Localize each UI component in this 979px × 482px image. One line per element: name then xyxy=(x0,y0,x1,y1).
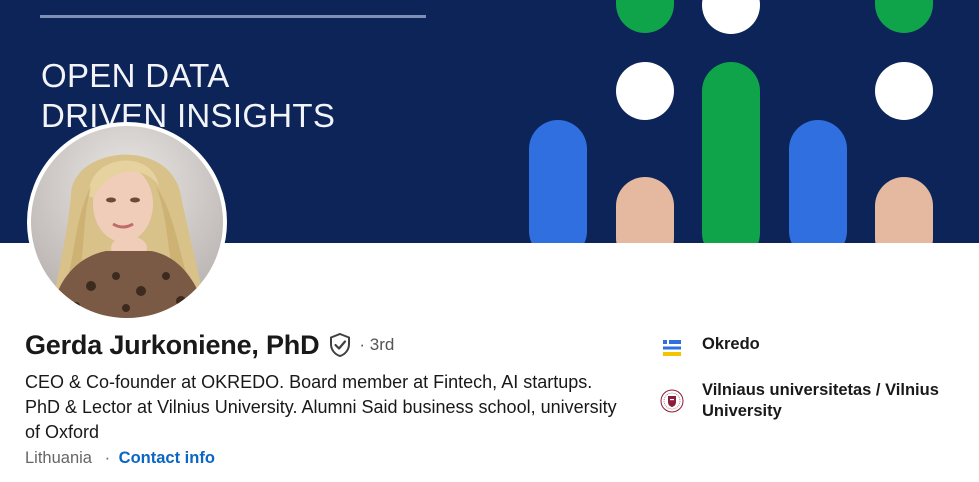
profile-headline: CEO & Co-founder at OKREDO. Board member… xyxy=(25,372,617,442)
banner-blue-pill-left xyxy=(529,120,587,243)
education-name: Vilniaus universitetas / Vilnius Univers… xyxy=(702,381,939,420)
profile-name-row: Gerda Jurkoniene, PhD · 3rd xyxy=(25,327,394,363)
banner-peach-pill-right xyxy=(875,177,933,243)
connection-degree: · 3rd xyxy=(359,335,395,354)
profile-location: Lithuania xyxy=(25,449,92,467)
vilnius-university-seal-icon xyxy=(660,380,684,422)
okredo-logo-icon xyxy=(660,334,684,362)
banner-white-dot-right xyxy=(875,62,933,120)
banner-green-pill-top-right xyxy=(875,0,933,33)
banner-peach-pill-left xyxy=(616,177,674,243)
banner-green-pill-top-left xyxy=(616,0,674,33)
profile-meta-row: Lithuania · Contact info xyxy=(25,449,215,468)
education-item-vilnius-university[interactable]: Vilniaus universitetas / Vilnius Univers… xyxy=(660,380,952,422)
profile-avatar[interactable] xyxy=(27,122,227,322)
banner-white-dot-top xyxy=(702,0,760,34)
experience-item-okredo[interactable]: Okredo xyxy=(660,334,952,362)
profile-name: Gerda Jurkoniene, PhD xyxy=(25,329,320,360)
shield-check-icon[interactable] xyxy=(327,332,353,358)
banner-green-pill-center xyxy=(702,62,760,243)
banner-blue-pill-right xyxy=(789,120,847,243)
banner-white-dot-left xyxy=(616,62,674,120)
meta-separator: · xyxy=(104,449,111,467)
avatar-photo xyxy=(31,126,223,318)
contact-info-link[interactable]: Contact info xyxy=(119,449,215,467)
experience-name: Okredo xyxy=(702,335,760,353)
